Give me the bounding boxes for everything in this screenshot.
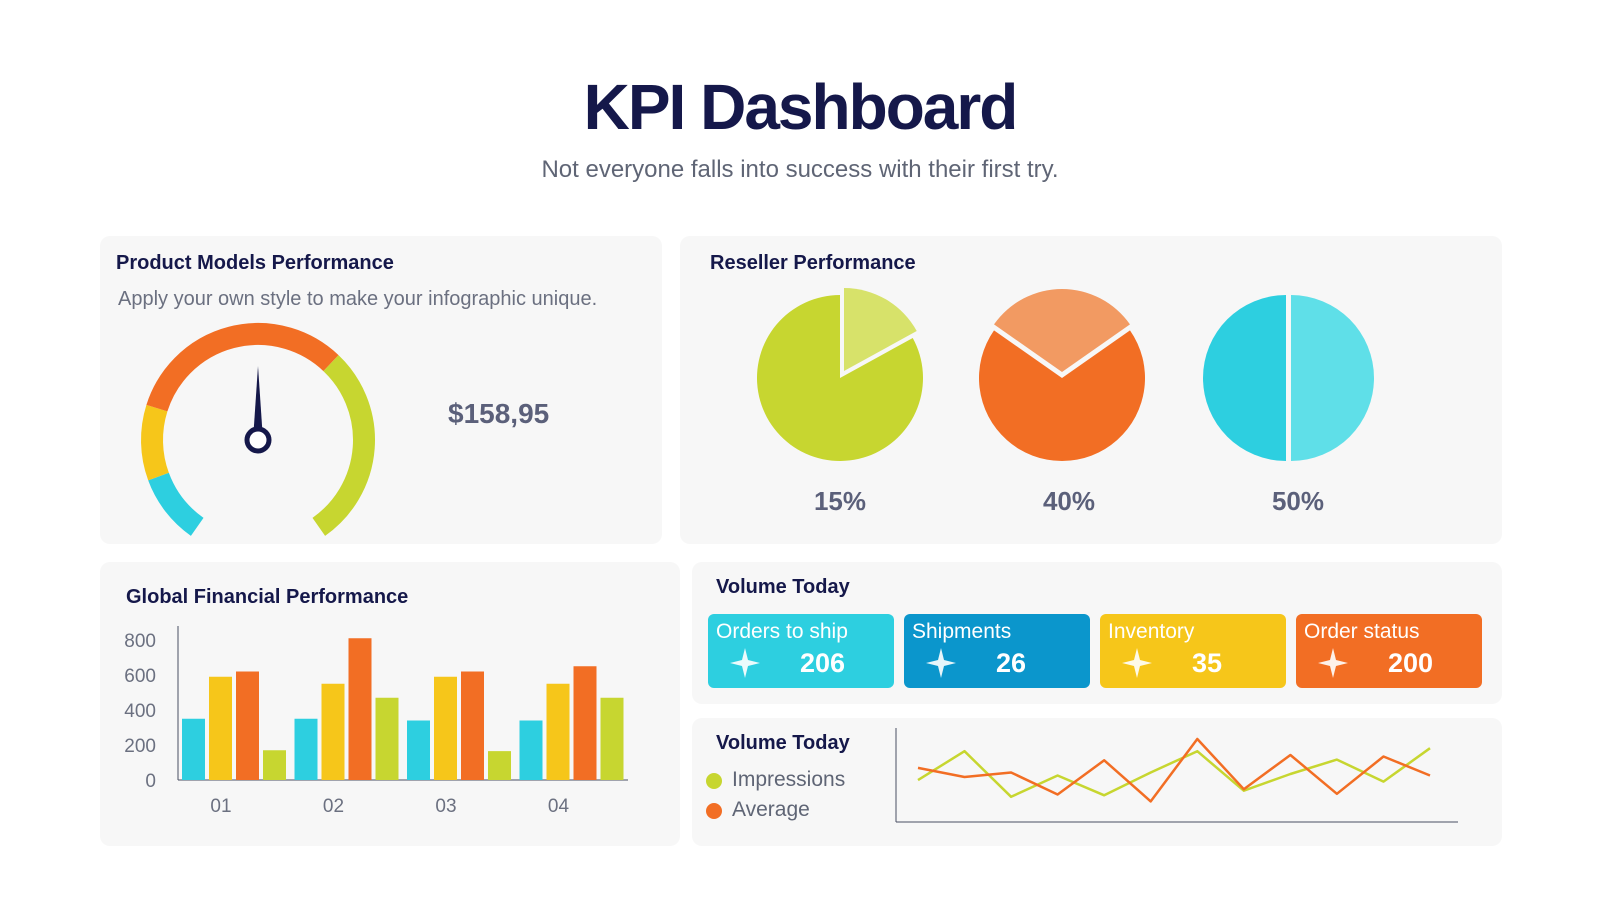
x-tick-label: 01 [210, 796, 231, 817]
bar [375, 697, 399, 780]
bar [600, 697, 624, 780]
reseller-performance-card: Reseller Performance 15% 40% 50% [680, 236, 1502, 544]
bar [546, 683, 570, 780]
bar [461, 671, 484, 780]
bar [236, 671, 259, 780]
y-tick-label: 600 [124, 666, 156, 687]
y-tick-label: 0 [145, 771, 156, 792]
gauge-needle-hub [244, 426, 272, 454]
bar [348, 638, 372, 780]
bar [294, 718, 318, 780]
y-tick-label: 200 [124, 736, 156, 757]
volume-line-chart [895, 728, 1458, 823]
tile-label: Order status [1304, 620, 1420, 643]
volume-line-card: Volume Today Impressions Average [692, 718, 1502, 846]
y-tick-label: 400 [124, 701, 156, 722]
page-title: KPI Dashboard [583, 71, 1019, 143]
sparkle-icon [1122, 648, 1152, 678]
shipments-tile: Shipments 26 [904, 614, 1090, 688]
bar [182, 718, 205, 780]
gauge-segment [312, 355, 375, 536]
product-performance-card: Product Models Performance Apply your ow… [100, 236, 662, 544]
volume-today-title: Volume Today [716, 576, 850, 598]
product-performance-title: Product Models Performance [116, 252, 394, 274]
legend-dot [706, 773, 722, 789]
tile-value: 35 [1192, 648, 1223, 678]
x-tick-label: 04 [548, 796, 570, 817]
legend-label: Impressions [732, 768, 846, 791]
pie-label-2: 40% [1042, 486, 1096, 516]
page-subtitle: Not everyone falls into success with the… [541, 156, 1059, 183]
sparkle-icon [926, 648, 956, 678]
legend-dot [706, 803, 722, 819]
financial-performance-title: Global Financial Performance [126, 586, 409, 608]
orders-to-ship-tile: Orders to ship 206 [708, 614, 894, 688]
tile-label: Orders to ship [716, 620, 848, 643]
bar [407, 720, 430, 780]
bar [321, 683, 345, 780]
inventory-tile: Inventory 35 [1100, 614, 1286, 688]
volume-today-card: Volume Today Orders to ship 206 Shipment… [692, 562, 1502, 704]
bar [263, 750, 286, 780]
tile-value: 200 [1388, 648, 1434, 678]
reseller-performance-title: Reseller Performance [710, 252, 916, 274]
tile-label: Inventory [1108, 620, 1195, 643]
gauge-segment [141, 404, 169, 481]
y-tick-label: 800 [124, 631, 156, 652]
x-tick-label: 03 [435, 796, 456, 817]
bar [519, 720, 543, 780]
line-series [917, 747, 1431, 799]
product-performance-subtitle: Apply your own style to make your infogr… [118, 288, 598, 310]
bar [488, 751, 511, 780]
gauge-segment [148, 472, 204, 536]
bar [573, 666, 597, 780]
line-series [917, 737, 1431, 803]
legend-label: Average [732, 798, 810, 821]
bar [434, 676, 457, 780]
x-tick-label: 02 [323, 796, 344, 817]
pie-slice-accent [1291, 295, 1374, 461]
financial-performance-card: Global Financial Performance 0 200 400 600 8… [100, 562, 680, 846]
sparkle-icon [730, 648, 760, 678]
pie-label-3: 50% [1271, 486, 1325, 516]
pie-label-1: 15% [813, 486, 867, 516]
order-status-tile: Order status 200 [1296, 614, 1482, 688]
tile-value: 26 [996, 648, 1027, 678]
financial-bar-chart: 0 200 400 600 800 01 02 03 04 [124, 626, 628, 817]
volume-line-title: Volume Today [716, 732, 850, 754]
gauge-segment [146, 323, 339, 412]
gauge-chart [141, 323, 375, 536]
bar [209, 676, 232, 780]
pie-slice-main [1203, 295, 1286, 461]
gauge-value: $158,95 [448, 398, 550, 429]
sparkle-icon [1318, 648, 1348, 678]
tile-label: Shipments [912, 620, 1012, 643]
tile-value: 206 [800, 648, 846, 678]
